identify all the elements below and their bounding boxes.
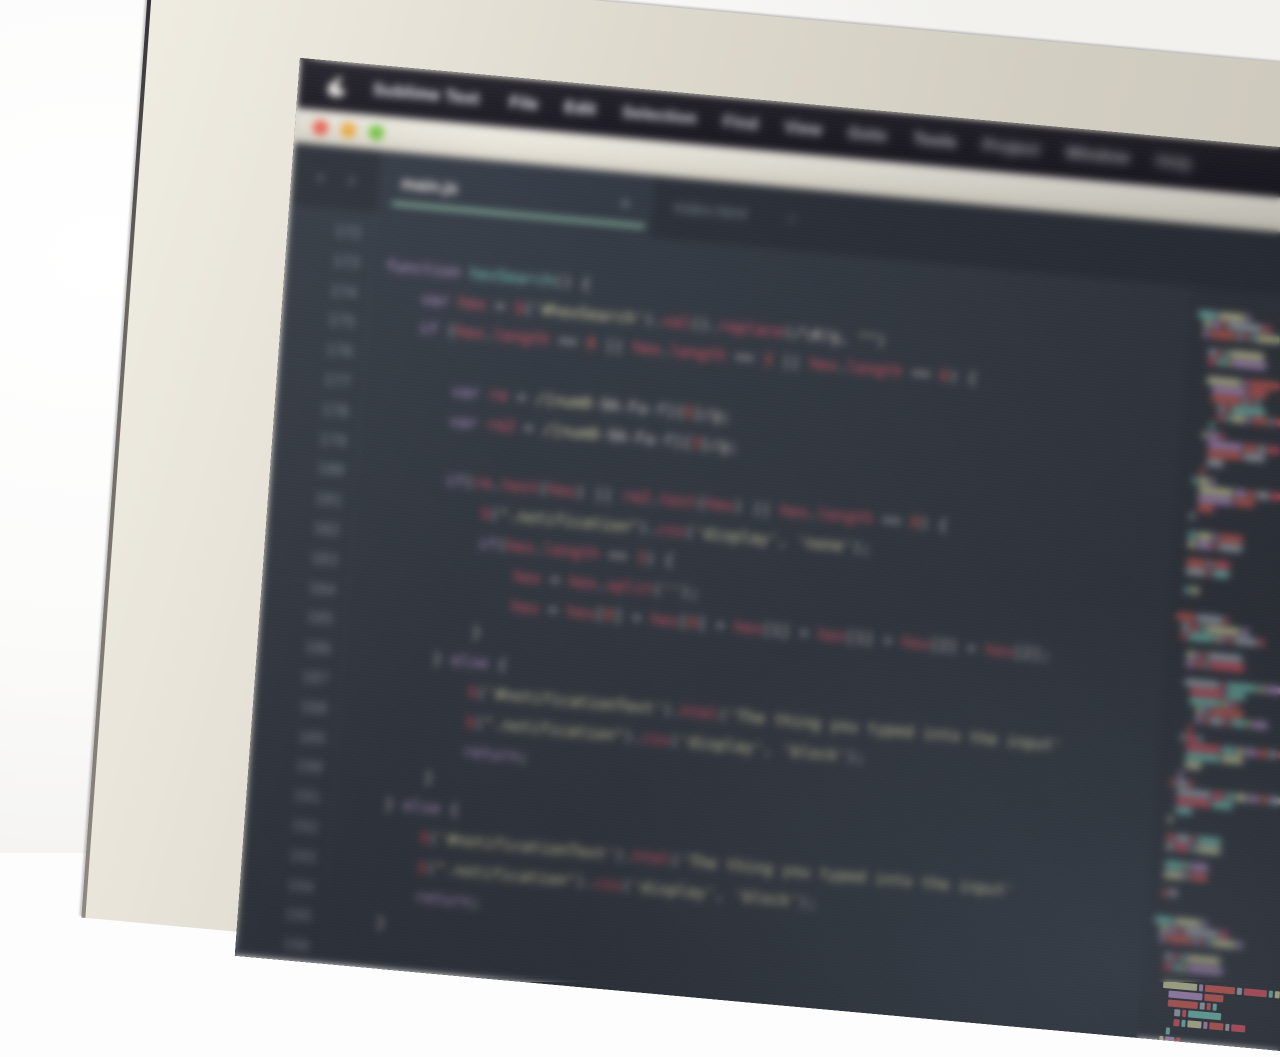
forward-arrow-icon[interactable]: › [346, 164, 358, 194]
line-number: 196 [235, 926, 323, 964]
line-number: 199 [235, 1015, 316, 1053]
menu-item-help[interactable]: Help [1155, 151, 1193, 173]
menu-item-project[interactable]: Project [982, 136, 1040, 160]
tab-label: index.html [673, 200, 747, 225]
modified-line-marker [235, 1026, 245, 1036]
menu-item-sublime-text[interactable]: Sublime Text [372, 80, 480, 110]
minimap-line [1136, 1052, 1280, 1057]
minimize-button[interactable] [340, 122, 356, 138]
tab-close-icon[interactable]: × [746, 205, 797, 229]
menu-item-tools[interactable]: Tools [912, 129, 957, 152]
menu-item-find[interactable]: Find [722, 112, 759, 134]
sublime-text-window: ‹ › main.js × index.html × 172 173 174 175 1… [235, 143, 1280, 1057]
laptop-screen: Sublime Text File Edit Selection Find Vi… [235, 58, 1280, 1057]
menu-item-window[interactable]: Window [1065, 143, 1130, 168]
maximize-button[interactable] [368, 124, 384, 140]
back-arrow-icon[interactable]: ‹ [314, 161, 326, 191]
tab-label: main.js [400, 174, 458, 198]
code-content[interactable]: function hexSearch() { var hex = $('#hex… [321, 213, 1190, 1039]
apple-icon[interactable] [327, 76, 345, 97]
line-number: 200 [235, 1045, 314, 1057]
tab-close-icon[interactable]: × [580, 190, 631, 214]
menu-item-goto[interactable]: Goto [847, 124, 888, 147]
close-button[interactable] [313, 119, 329, 135]
menu-item-view[interactable]: View [784, 118, 823, 140]
modified-line-marker [237, 996, 247, 1006]
menu-item-file[interactable]: File [509, 93, 539, 115]
code-editor-area: 172 173 174 175 176 177 178 179 180 181 182 183 184 1… [235, 205, 1280, 1057]
modified-line-marker [239, 966, 249, 976]
menu-item-edit[interactable]: Edit [564, 98, 597, 120]
menu-item-selection[interactable]: Selection [621, 103, 697, 129]
line-number: 197 [235, 956, 321, 994]
line-number: 198 [235, 985, 319, 1023]
